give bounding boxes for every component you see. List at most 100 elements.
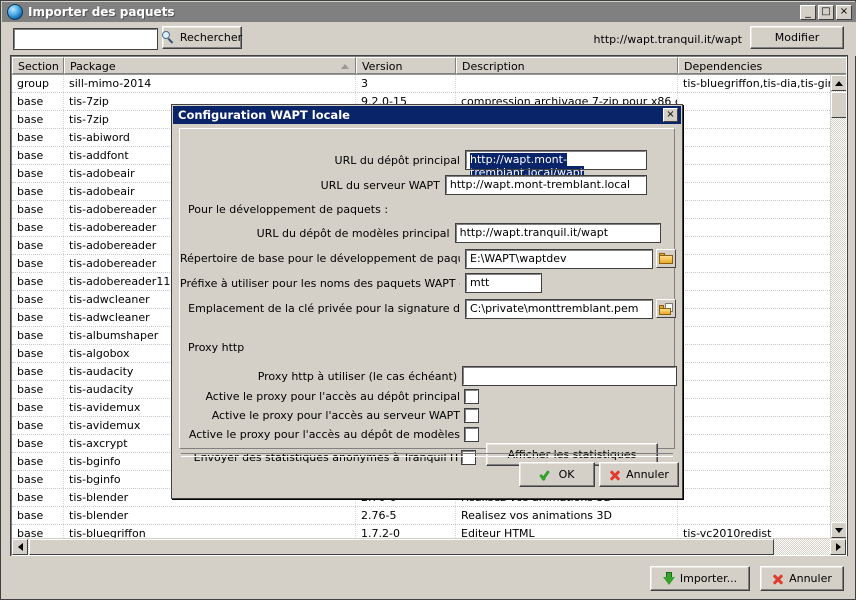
search-button-label: Rechercher — [180, 31, 242, 44]
cell-description — [456, 75, 678, 92]
cell-section: base — [12, 507, 64, 524]
minimize-button[interactable]: _ — [800, 5, 816, 20]
column-header-dependencies[interactable]: Dependencies — [678, 57, 847, 74]
field-dev-base-dir: Répertoire de base pour le développement… — [180, 249, 676, 268]
triangle-down-icon — [835, 528, 843, 533]
cell-dependencies — [678, 399, 830, 416]
field-private-key-path-label: Emplacement de la clé privée pour la sig… — [180, 302, 460, 315]
proxy-main-repo-checkbox[interactable] — [465, 390, 478, 403]
globe-icon — [7, 4, 23, 20]
scroll-right-button[interactable] — [830, 539, 846, 555]
table-row[interactable]: basetis-blender2.76-5Realisez vos animat… — [12, 507, 830, 525]
maximize-button[interactable]: □ — [818, 5, 834, 20]
dialog-cancel-button[interactable]: Annuler — [599, 462, 679, 487]
field-main-repo-url: URL du dépôt principal http://wapt.mont-… — [180, 151, 646, 169]
private-key-browse-button[interactable] — [656, 299, 676, 318]
cell-dependencies — [678, 147, 830, 164]
dialog-ok-label: OK — [559, 468, 575, 481]
cell-section: base — [12, 183, 64, 200]
triangle-up-icon — [835, 81, 843, 86]
dev-base-dir-browse-button[interactable] — [656, 249, 676, 268]
cell-section: base — [12, 147, 64, 164]
cell-package: sill-mimo-2014 — [64, 75, 356, 92]
cell-dependencies — [678, 381, 830, 398]
vertical-scrollbar[interactable] — [830, 75, 846, 538]
field-package-prefix: Préfixe à utiliser pour les noms des paq… — [180, 274, 646, 292]
cell-dependencies — [678, 255, 830, 272]
cell-dependencies — [678, 489, 830, 506]
cell-dependencies — [678, 435, 830, 452]
private-key-path-value: C:\private\monttremblant.pem — [470, 302, 639, 315]
cell-version: 2.76-5 — [356, 507, 456, 524]
scroll-down-button[interactable] — [831, 522, 847, 538]
column-header-package[interactable]: Package — [64, 57, 356, 74]
table-row[interactable]: basetis-bluegriffon1.7.2-0Editeur HTMLti… — [12, 525, 830, 538]
cell-section: base — [12, 309, 64, 326]
template-repo-url-value: http://wapt.tranquil.it/wapt — [460, 226, 608, 239]
column-header-description[interactable]: Description — [456, 57, 678, 74]
field-package-prefix-label: Préfixe à utiliser pour les noms des paq… — [180, 277, 460, 290]
dialog-ok-button[interactable]: OK — [519, 462, 595, 487]
cell-package: tis-bluegriffon — [64, 525, 356, 538]
cell-section: base — [12, 399, 64, 416]
cell-section: base — [12, 201, 64, 218]
proxy-wapt-server-checkbox[interactable] — [465, 409, 478, 422]
maximize-icon: □ — [819, 6, 833, 19]
wapt-config-dialog: Configuration WAPT locale × URL du dépôt… — [171, 104, 683, 499]
dialog-title: Configuration WAPT locale — [178, 108, 663, 122]
close-button[interactable]: × — [836, 5, 852, 20]
template-repo-url-input[interactable]: http://wapt.tranquil.it/wapt — [456, 224, 660, 242]
scroll-left-button[interactable] — [12, 539, 28, 555]
minimize-icon: _ — [801, 6, 815, 19]
wapt-server-url-input[interactable]: http://wapt.mont-tremblant.local — [446, 176, 646, 194]
cancel-button-label: Annuler — [789, 572, 832, 585]
cell-dependencies — [678, 111, 830, 128]
table-row[interactable]: groupsill-mimo-20143tis-bluegriffon,tis-… — [12, 75, 830, 93]
cancel-button[interactable]: Annuler — [760, 566, 844, 591]
dev-base-dir-input[interactable]: E:\WAPT\waptdev — [466, 250, 652, 268]
cell-dependencies — [678, 201, 830, 218]
cell-dependencies — [678, 273, 830, 290]
dialog-cancel-label: Annuler — [626, 468, 669, 481]
import-packages-window: Importer des paquets _ □ × Rechercher ht… — [0, 0, 856, 600]
repository-url: http://wapt.tranquil.it/wapt — [594, 33, 742, 46]
cell-section: base — [12, 219, 64, 236]
cell-dependencies — [678, 93, 830, 110]
horizontal-scrollbar-thumb[interactable] — [29, 539, 774, 555]
field-main-repo-url-label: URL du dépôt principal — [180, 154, 460, 167]
search-input[interactable] — [14, 29, 157, 49]
cell-section: base — [12, 381, 64, 398]
field-proxy-template-repo: Active le proxy pour l'accès au dépôt de… — [180, 428, 480, 441]
cell-dependencies — [678, 291, 830, 308]
field-http-proxy-label: Proxy http à utiliser (le cas échéant) — [180, 370, 457, 383]
dialog-close-button[interactable]: × — [663, 108, 678, 122]
cell-section: base — [12, 363, 64, 380]
field-http-proxy: Proxy http à utiliser (le cas échéant) — [180, 367, 676, 385]
proxy-template-repo-checkbox[interactable] — [465, 428, 478, 441]
vertical-scrollbar-thumb[interactable] — [831, 92, 847, 118]
column-header-section[interactable]: Section — [12, 57, 64, 74]
cell-description: Editeur HTML — [456, 525, 678, 538]
cell-section: base — [12, 525, 64, 538]
dialog-panel: URL du dépôt principal http://wapt.mont-… — [179, 128, 675, 449]
dialog-titlebar: Configuration WAPT locale × — [173, 106, 681, 124]
cell-dependencies — [678, 507, 830, 524]
modify-button[interactable]: Modifier — [750, 26, 844, 49]
cell-version: 1.7.2-0 — [356, 525, 456, 538]
cell-section: base — [12, 111, 64, 128]
column-header-package-label: Package — [70, 60, 116, 73]
http-proxy-input[interactable] — [463, 367, 676, 385]
main-repo-url-input[interactable]: http://wapt.mont-tremblant.local/wapt — [466, 151, 646, 169]
search-button[interactable]: Rechercher — [162, 26, 242, 49]
private-key-path-input[interactable]: C:\private\monttremblant.pem — [466, 300, 652, 318]
cell-section: base — [12, 417, 64, 434]
triangle-right-icon — [836, 543, 841, 551]
triangle-left-icon — [18, 543, 23, 551]
horizontal-scrollbar[interactable] — [12, 538, 846, 555]
cell-section: base — [12, 129, 64, 146]
cell-dependencies — [678, 219, 830, 236]
import-button[interactable]: Importer... — [650, 566, 750, 591]
scroll-up-button[interactable] — [831, 75, 847, 91]
column-header-version[interactable]: Version — [356, 57, 456, 74]
package-prefix-input[interactable]: mtt — [466, 274, 541, 292]
